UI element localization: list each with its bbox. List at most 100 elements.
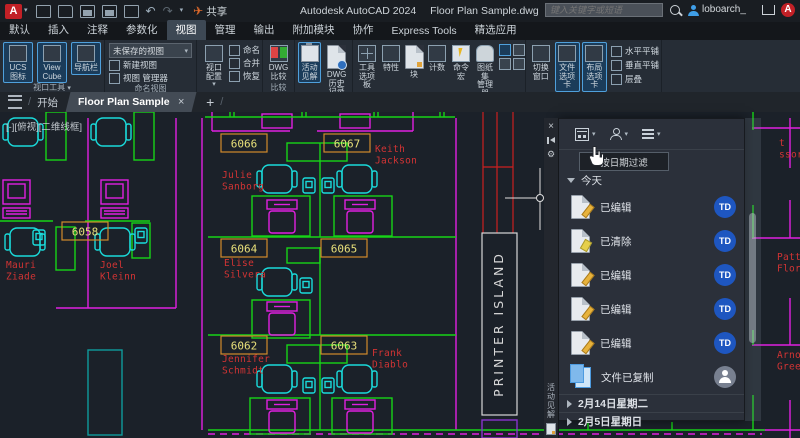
activity-item[interactable]: 已编辑TD	[559, 190, 744, 224]
navigation-bar-icon	[77, 45, 95, 62]
close-palette-icon[interactable]: ×	[548, 121, 554, 133]
search-input[interactable]	[545, 3, 663, 17]
activity-insights-icon	[301, 45, 319, 62]
named-viewports-button[interactable]: 命名	[229, 44, 260, 56]
view-manager-button[interactable]: 视图 管理器	[109, 72, 192, 84]
palette-properties-icon[interactable]: ⚙	[547, 149, 555, 160]
restore-viewports-button[interactable]: 恢复	[229, 70, 260, 82]
new-tab-icon[interactable]: +	[206, 94, 214, 110]
viewport-config-button[interactable]: 视口 配置▾	[200, 42, 228, 92]
file-tabs-button[interactable]: 文件 选项卡	[555, 42, 580, 92]
activity-item[interactable]: 已编辑TD	[559, 292, 744, 326]
tool-palettes-icon	[358, 45, 376, 62]
room-tag: 6065	[321, 239, 367, 257]
properties-button[interactable]: 特性	[380, 42, 402, 75]
ucs-axes-icon	[9, 45, 27, 62]
save-as-icon[interactable]	[102, 5, 117, 18]
ribbon-tab-0[interactable]: 默认	[0, 20, 39, 40]
open-file-icon[interactable]	[58, 5, 73, 18]
undo-icon[interactable]: ↶	[146, 5, 156, 17]
cascade-button[interactable]: 层叠	[611, 73, 659, 85]
command-macros-button[interactable]: 命令 宏	[450, 42, 472, 83]
ribbon-tab-9[interactable]: Express Tools	[383, 23, 466, 40]
palette-toggle-icon[interactable]	[513, 58, 525, 70]
active-file-tab[interactable]: Floor Plan Sample ×	[66, 92, 197, 112]
view-dropdown[interactable]: 未保存的视图▾	[109, 43, 192, 58]
layout-tabs-button[interactable]: 布局 选项卡	[582, 42, 607, 92]
switch-windows-button[interactable]: 切换 窗口	[529, 42, 553, 83]
palette-toggle-icon[interactable]	[499, 44, 511, 56]
chevron-right-icon	[567, 400, 572, 408]
ribbon-tab-4[interactable]: 视图	[167, 20, 206, 40]
app-store-cart-icon[interactable]	[762, 5, 775, 15]
search-icon[interactable]	[670, 5, 680, 15]
username[interactable]: loboarch_	[702, 4, 746, 15]
ribbon-tab-6[interactable]: 输出	[245, 20, 284, 40]
autocad-logo-icon[interactable]: A	[5, 4, 22, 19]
autodesk-account-icon[interactable]: A	[781, 3, 795, 17]
panel-model-viewports: 视口 配置▾ 命名 合并 恢复 模型视口	[197, 40, 263, 92]
redo-icon[interactable]: ↷	[163, 5, 173, 17]
sheet-set-manager-icon	[476, 45, 494, 62]
ribbon-tab-bar: 默认插入注释参数化视图管理输出附加模块协作Express Tools精选应用	[0, 22, 800, 40]
ucs-icon-button[interactable]: UCS 图标	[3, 42, 33, 83]
new-view-button[interactable]: 新建视图	[109, 59, 192, 71]
date-group-0[interactable]: 2月14日星期二	[559, 394, 744, 412]
group-today[interactable]: 今天	[559, 171, 744, 190]
save-icon[interactable]	[80, 5, 95, 18]
palette-toggle-icon[interactable]	[499, 58, 511, 70]
start-tab[interactable]: 开始	[37, 95, 58, 110]
ribbon-tab-7[interactable]: 附加模块	[284, 20, 344, 40]
tool-palettes-button[interactable]: 工具 选项板	[356, 42, 378, 92]
tile-vertical-icon	[611, 60, 622, 71]
date-filter-button[interactable]: ▾	[575, 128, 596, 141]
user-avatar-icon[interactable]	[688, 5, 699, 16]
viewcube-button[interactable]: View Cube	[37, 42, 67, 83]
count-button[interactable]: 计数	[426, 42, 448, 75]
activity-item[interactable]: 已编辑TD	[559, 326, 744, 360]
close-tab-icon[interactable]: ×	[178, 96, 184, 108]
viewport-config-icon	[205, 45, 223, 62]
new-file-icon[interactable]	[36, 5, 51, 18]
date-group-1[interactable]: 2月5日星期日	[559, 412, 744, 430]
activity-item[interactable]: 文件已复制	[559, 360, 744, 394]
ribbon-tab-2[interactable]: 注释	[78, 20, 117, 40]
plot-icon[interactable]	[124, 5, 139, 18]
activity-item[interactable]: 已编辑TD	[559, 258, 744, 292]
navbar-button[interactable]: 导航栏	[71, 42, 101, 75]
dwg-history-button[interactable]: DWG 历史记录	[324, 42, 349, 99]
event-type-filter-button[interactable]: ▾	[642, 129, 661, 139]
blocks-button[interactable]: 块	[404, 42, 424, 82]
tile-vertically-button[interactable]: 垂直平铺	[611, 59, 659, 71]
ribbon-tab-1[interactable]: 插入	[39, 20, 78, 40]
palette-title: 活动见解	[546, 383, 557, 419]
viewport-controls[interactable]: [-][俯视][二维线框]	[6, 119, 82, 133]
auto-hide-icon[interactable]	[547, 137, 556, 144]
palette-toggle-icon[interactable]	[513, 44, 525, 56]
cubicle-name: EliseSilvera	[224, 258, 266, 281]
ribbon-tab-10[interactable]: 精选应用	[466, 20, 526, 40]
ribbon-tab-5[interactable]: 管理	[206, 20, 245, 40]
room-tag: 6064	[221, 239, 267, 257]
activity-item[interactable]: 已清除TD	[559, 224, 744, 258]
user-initials-avatar: TD	[714, 230, 736, 252]
ribbon: UCS 图标 View Cube 导航栏 视口工具 ▾ 未保存的视图▾ 新建视图…	[0, 40, 800, 92]
activity-label: 已编辑	[600, 200, 632, 215]
tile-horizontal-icon	[611, 46, 622, 57]
join-viewports-button[interactable]: 合并	[229, 57, 260, 69]
file-menu-icon[interactable]	[8, 95, 22, 109]
tile-horizontally-button[interactable]: 水平平铺	[611, 45, 659, 57]
ribbon-tab-3[interactable]: 参数化	[117, 20, 167, 40]
logo-caret-icon[interactable]: ▾	[24, 5, 28, 17]
svg-text:PRINTER ISLAND: PRINTER ISLAND	[491, 251, 506, 397]
dwg-compare-button[interactable]: DWG 比较	[266, 42, 291, 83]
cascade-icon	[611, 74, 622, 85]
activity-insights-button[interactable]: 活动 见解	[298, 42, 321, 83]
ribbon-tab-8[interactable]: 协作	[344, 20, 383, 40]
panel-scrollbar[interactable]	[745, 118, 761, 421]
user-filter-button[interactable]: ▾	[610, 128, 629, 140]
scrollbar-thumb[interactable]	[749, 213, 756, 343]
view-manager-icon	[109, 73, 120, 84]
share-button[interactable]: ✈ 共享	[193, 4, 227, 19]
customize-caret-icon[interactable]: ▾	[180, 5, 184, 17]
